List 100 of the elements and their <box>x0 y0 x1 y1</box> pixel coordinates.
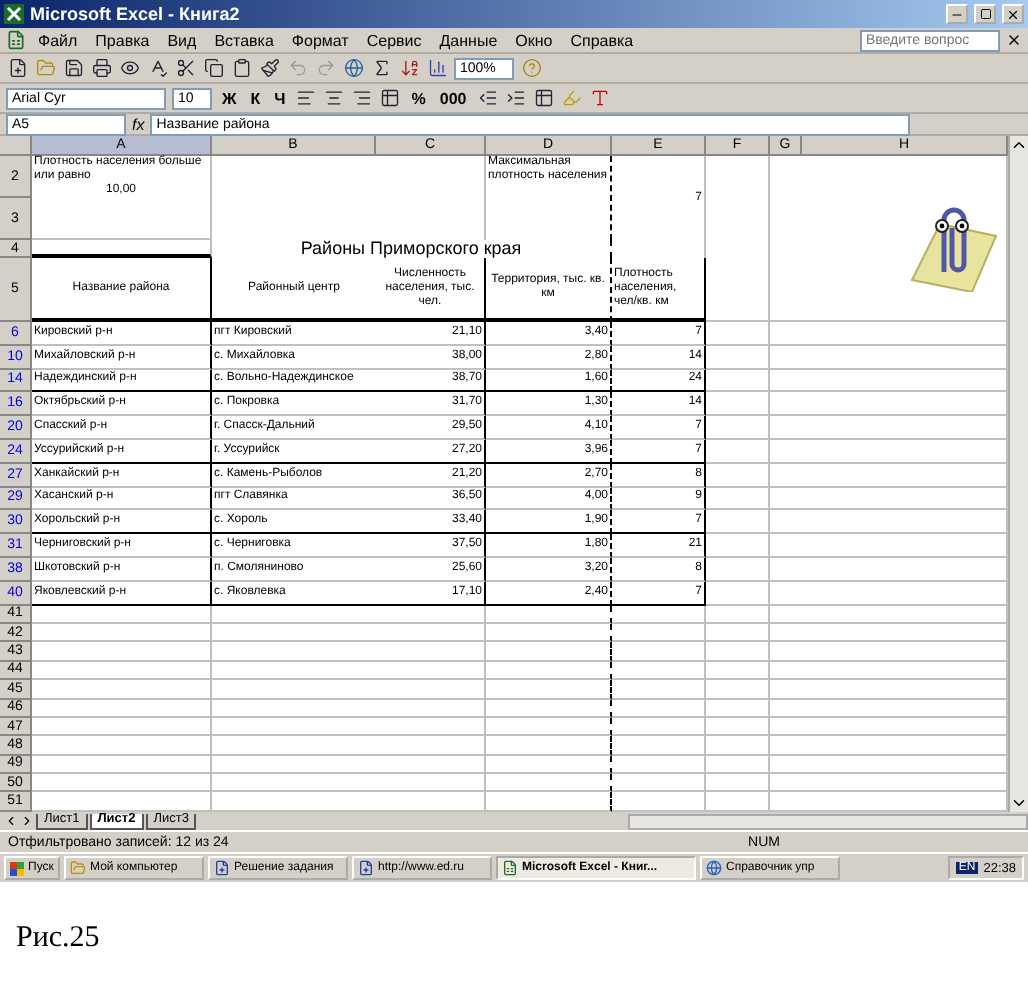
empty-cell <box>486 623 612 643</box>
format-button[interactable]: Ч <box>270 86 290 110</box>
paste-icon[interactable] <box>230 57 252 79</box>
format-button[interactable]: Ж <box>218 86 241 110</box>
empty-cell <box>486 717 612 737</box>
last-sheet-icon[interactable] <box>20 814 34 828</box>
empty-cell <box>706 792 770 812</box>
empty-cell <box>376 774 486 793</box>
empty-cell <box>706 258 770 322</box>
empty-cell <box>706 774 770 793</box>
empty-cell <box>706 717 770 737</box>
cut-icon[interactable] <box>174 57 196 79</box>
empty-cell <box>706 463 770 488</box>
empty-cell <box>706 755 770 775</box>
menu-item[interactable]: Формат <box>285 31 355 49</box>
number-format-button[interactable]: 000 <box>435 86 471 110</box>
empty-cell <box>376 699 486 718</box>
empty-cell <box>706 605 770 624</box>
empty-cell <box>376 623 486 643</box>
empty-cell <box>706 510 770 535</box>
excel-logo-icon <box>502 860 518 876</box>
decrease-indent-icon[interactable] <box>476 87 499 109</box>
empty-cell <box>612 792 706 812</box>
save-icon[interactable] <box>62 57 84 79</box>
chart-icon[interactable] <box>426 57 448 79</box>
empty-cell <box>376 755 486 775</box>
empty-cell <box>376 642 486 662</box>
maximize-button[interactable] <box>974 4 996 24</box>
format-painter-icon[interactable] <box>258 57 280 79</box>
align-center-icon[interactable] <box>323 87 346 109</box>
increase-indent-icon[interactable] <box>504 87 527 109</box>
empty-cell <box>376 680 486 700</box>
empty-cell <box>612 623 706 643</box>
empty-cell <box>612 642 706 662</box>
empty-cell <box>706 392 770 417</box>
table-title: Районы Приморского края <box>212 240 612 258</box>
folder-icon <box>70 860 86 876</box>
close-icon[interactable] <box>1006 32 1022 48</box>
sort-icon[interactable] <box>398 57 420 79</box>
empty-cell <box>706 534 770 558</box>
function-label: fx <box>132 115 145 133</box>
empty-cell <box>612 774 706 793</box>
menu-item[interactable]: Окно <box>509 31 559 49</box>
first-sheet-icon[interactable] <box>4 814 18 828</box>
menu-item[interactable]: Данные <box>433 31 504 49</box>
new-document-icon[interactable] <box>6 57 28 79</box>
empty-cell <box>706 623 770 643</box>
globe-icon[interactable] <box>342 57 364 79</box>
menu-item[interactable]: Сервис <box>360 31 428 49</box>
globe-icon <box>706 860 722 876</box>
empty-cell <box>706 416 770 440</box>
menu-item[interactable]: Файл <box>32 31 84 49</box>
menu-item[interactable]: Справка <box>564 31 640 49</box>
font-color-icon[interactable] <box>588 87 611 109</box>
menu-item[interactable]: Вид <box>161 31 203 49</box>
spelling-icon[interactable] <box>146 57 168 79</box>
excel-logo-icon <box>4 4 24 24</box>
align-right-icon[interactable] <box>351 87 374 109</box>
empty-cell <box>706 369 770 393</box>
print-icon[interactable] <box>90 57 112 79</box>
minimize-button[interactable] <box>946 4 968 24</box>
close-icon <box>1006 7 1020 21</box>
empty-cell <box>612 755 706 775</box>
number-format-button[interactable]: % <box>407 86 430 110</box>
empty-cell <box>486 699 612 718</box>
windows-flag-icon <box>10 861 24 875</box>
empty-cell <box>486 736 612 756</box>
empty-cell <box>612 699 706 718</box>
empty-cell <box>706 487 770 511</box>
empty-cell <box>706 439 770 464</box>
empty-cell <box>486 755 612 775</box>
borders-icon[interactable] <box>532 87 555 109</box>
empty-cell <box>706 642 770 662</box>
empty-cell <box>612 717 706 737</box>
empty-cell <box>376 661 486 681</box>
merge-cells-icon[interactable] <box>379 87 402 109</box>
document-icon <box>214 860 230 876</box>
autosum-icon[interactable] <box>370 57 392 79</box>
figure-caption: Рис.25 <box>14 920 102 956</box>
close-button[interactable] <box>1002 4 1024 24</box>
maximize-icon <box>979 8 991 20</box>
vertical-scrollbar[interactable] <box>1008 136 1028 812</box>
fill-color-icon[interactable] <box>560 87 583 109</box>
scroll-down-icon <box>1010 794 1028 812</box>
copy-icon[interactable] <box>202 57 224 79</box>
empty-cell <box>612 661 706 681</box>
horizontal-scrollbar[interactable] <box>628 813 1028 829</box>
empty-cell <box>486 605 612 624</box>
print-preview-icon[interactable] <box>118 57 140 79</box>
workbook-icon <box>6 30 26 50</box>
empty-cell <box>612 736 706 756</box>
empty-cell <box>706 736 770 756</box>
document-icon <box>358 860 374 876</box>
menu-item[interactable]: Вставка <box>208 31 280 49</box>
format-button[interactable]: К <box>246 86 265 110</box>
empty-cell <box>706 699 770 718</box>
empty-cell <box>612 605 706 624</box>
menu-item[interactable]: Правка <box>89 31 156 49</box>
align-left-icon[interactable] <box>295 87 318 109</box>
empty-cell <box>706 557 770 582</box>
